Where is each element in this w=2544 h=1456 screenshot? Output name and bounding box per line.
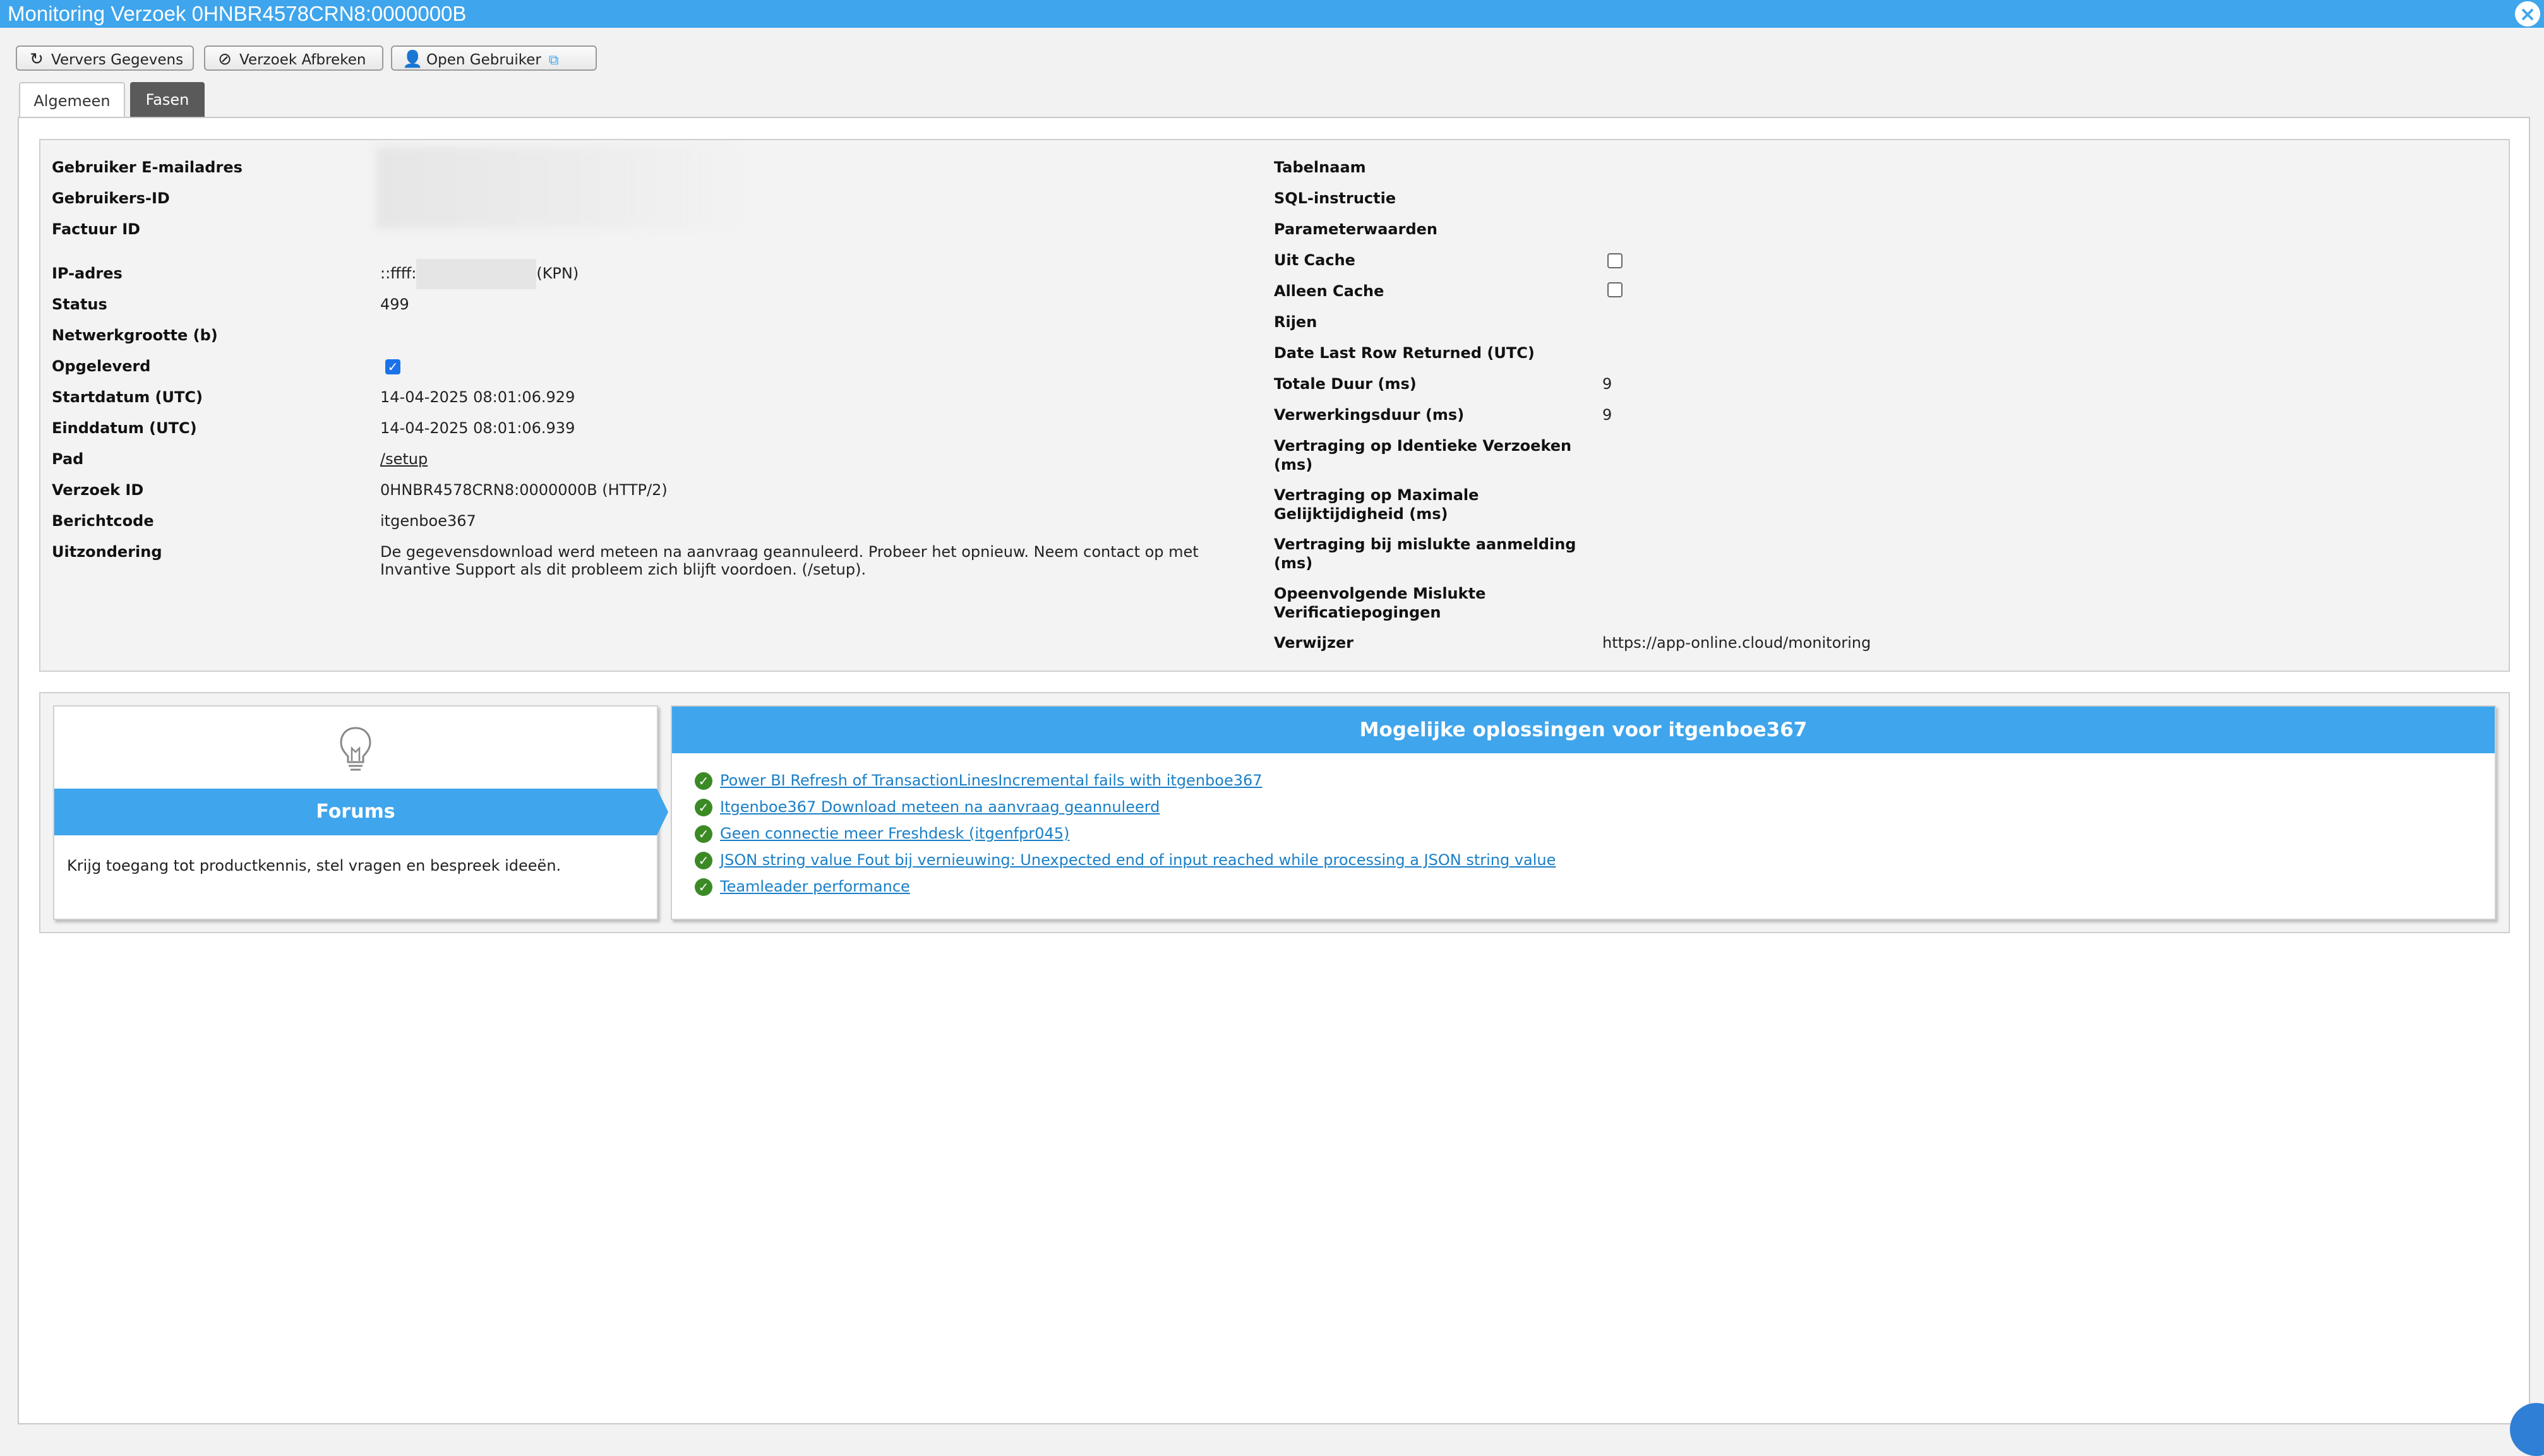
solution-link[interactable]: Geen connectie meer Freshdesk (itgenfpr0…	[720, 825, 1069, 842]
ip-value: ::ffff: (KPN)	[380, 259, 579, 289]
onlycache-label: Alleen Cache	[1274, 282, 1384, 300]
netsize-label: Netwerkgrootte (b)	[52, 326, 218, 344]
processing-label: Verwerkingsduur (ms)	[1274, 406, 1465, 424]
rows-label: Rijen	[1274, 313, 1317, 331]
empty-checkbox-icon	[1607, 282, 1623, 297]
refresh-button-label: Ververs Gegevens	[51, 52, 184, 68]
solution-item[interactable]: ✓ Itgenboe367 Download meteen na aanvraag…	[695, 797, 1160, 816]
delay-failed-label-1: Vertraging bij mislukte aanmelding	[1274, 535, 1576, 553]
path-link[interactable]: /setup	[380, 450, 428, 468]
refresh-icon: ↻	[30, 50, 44, 69]
solution-link[interactable]: JSON string value Fout bij vernieuwing: …	[720, 851, 1556, 869]
forums-description: Krijg toegang tot productkennis, stel vr…	[67, 857, 561, 874]
redacted-user-info	[376, 146, 743, 229]
forums-title: Forums	[54, 789, 657, 835]
end-label: Einddatum (UTC)	[52, 419, 197, 437]
delay-max-label-1: Vertraging op Maximale	[1274, 486, 1479, 504]
email-label: Gebruiker E-mailadres	[52, 158, 243, 176]
delay-identical-label-1: Vertraging op Identieke Verzoeken	[1274, 437, 1572, 455]
requestid-label: Verzoek ID	[52, 481, 144, 499]
delay-max-label-2: Gelijktijdigheid (ms)	[1274, 505, 1448, 523]
solution-item[interactable]: ✓ Power BI Refresh of TransactionLinesInc…	[695, 771, 1263, 790]
lastrow-label: Date Last Row Returned (UTC)	[1274, 344, 1535, 362]
start-value: 14-04-2025 08:01:06.929	[380, 388, 575, 406]
redacted-ip	[416, 259, 537, 289]
delivered-checkbox[interactable]: ✓	[385, 357, 400, 376]
forums-arrow	[657, 789, 668, 835]
external-link-icon: ⧉	[548, 52, 559, 68]
delay-failed-label-2: (ms)	[1274, 554, 1313, 572]
check-circle-icon: ✓	[695, 799, 712, 816]
totalduration-label: Totale Duur (ms)	[1274, 375, 1417, 393]
consecutive-label-2: Verificatiepogingen	[1274, 604, 1441, 621]
onlycache-checkbox[interactable]	[1607, 280, 1623, 299]
solutions-card: Mogelijke oplossingen voor itgenboe367 ✓…	[671, 705, 2496, 920]
ip-suffix: (KPN)	[536, 265, 579, 282]
solution-link[interactable]: Power BI Refresh of TransactionLinesIncr…	[720, 772, 1263, 789]
start-label: Startdatum (UTC)	[52, 388, 203, 406]
fromcache-label: Uit Cache	[1274, 251, 1355, 269]
exception-line-2: Invantive Support als dit probleem zich …	[380, 561, 867, 578]
totalduration-value: 9	[1602, 375, 1612, 393]
table-label: Tabelnaam	[1274, 158, 1366, 176]
status-label: Status	[52, 295, 107, 313]
exception-line-1: De gegevensdownload werd meteen na aanvr…	[380, 543, 1199, 561]
check-circle-icon: ✓	[695, 852, 712, 869]
check-circle-icon: ✓	[695, 878, 712, 896]
solution-item[interactable]: ✓ Teamleader performance	[695, 877, 910, 896]
solutions-title: Mogelijke oplossingen voor itgenboe367	[672, 707, 2495, 753]
close-icon[interactable]: ×	[2515, 1, 2540, 27]
title-bar: Monitoring Verzoek 0HNBR4578CRN8:0000000…	[0, 0, 2544, 28]
fromcache-checkbox[interactable]	[1607, 251, 1623, 270]
tab-fasen[interactable]: Fasen	[130, 82, 205, 117]
ip-label: IP-adres	[52, 265, 123, 282]
status-value: 499	[380, 295, 409, 313]
abort-button[interactable]: ⊘ Verzoek Afbreken	[204, 45, 383, 71]
msgcode-value: itgenboe367	[380, 512, 476, 530]
empty-checkbox-icon	[1607, 253, 1623, 268]
solution-link[interactable]: Itgenboe367 Download meteen na aanvraag …	[720, 798, 1160, 816]
params-label: Parameterwaarden	[1274, 220, 1437, 238]
lightbulb-icon	[340, 727, 371, 771]
msgcode-label: Berichtcode	[52, 512, 154, 530]
consecutive-label-1: Opeenvolgende Mislukte	[1274, 585, 1486, 602]
referrer-value: https://app-online.cloud/monitoring	[1602, 634, 1871, 652]
user-icon: 👤	[402, 50, 423, 69]
open-user-button-label: Open Gebruiker	[426, 52, 541, 68]
userid-label: Gebruikers-ID	[52, 189, 170, 207]
solution-item[interactable]: ✓ JSON string value Fout bij vernieuwing:…	[695, 850, 1556, 869]
requestid-value: 0HNBR4578CRN8:0000000B (HTTP/2)	[380, 481, 668, 499]
processing-value: 9	[1602, 406, 1612, 424]
delivered-label: Opgeleverd	[52, 357, 151, 375]
tab-algemeen[interactable]: Algemeen	[19, 82, 125, 117]
ban-icon: ⊘	[218, 50, 232, 69]
check-circle-icon: ✓	[695, 825, 712, 843]
path-label: Pad	[52, 450, 84, 468]
solution-link[interactable]: Teamleader performance	[720, 878, 910, 895]
referrer-label: Verwijzer	[1274, 634, 1354, 652]
check-circle-icon: ✓	[695, 772, 712, 790]
window-title: Monitoring Verzoek 0HNBR4578CRN8:0000000…	[8, 2, 467, 25]
refresh-button[interactable]: ↻ Ververs Gegevens	[16, 45, 194, 71]
invoice-label: Factuur ID	[52, 220, 141, 238]
delay-identical-label-2: (ms)	[1274, 456, 1313, 474]
forums-card[interactable]: Forums Krijg toegang tot productkennis, …	[53, 705, 668, 920]
abort-button-label: Verzoek Afbreken	[239, 52, 366, 68]
open-user-button[interactable]: 👤 Open Gebruiker ⧉	[391, 45, 597, 71]
sql-label: SQL-instructie	[1274, 189, 1396, 207]
ip-prefix: ::ffff:	[380, 265, 417, 282]
check-icon: ✓	[385, 359, 400, 374]
solution-item[interactable]: ✓ Geen connectie meer Freshdesk (itgenfpr…	[695, 824, 1069, 843]
exception-label: Uitzondering	[52, 543, 162, 561]
end-value: 14-04-2025 08:01:06.939	[380, 419, 575, 437]
